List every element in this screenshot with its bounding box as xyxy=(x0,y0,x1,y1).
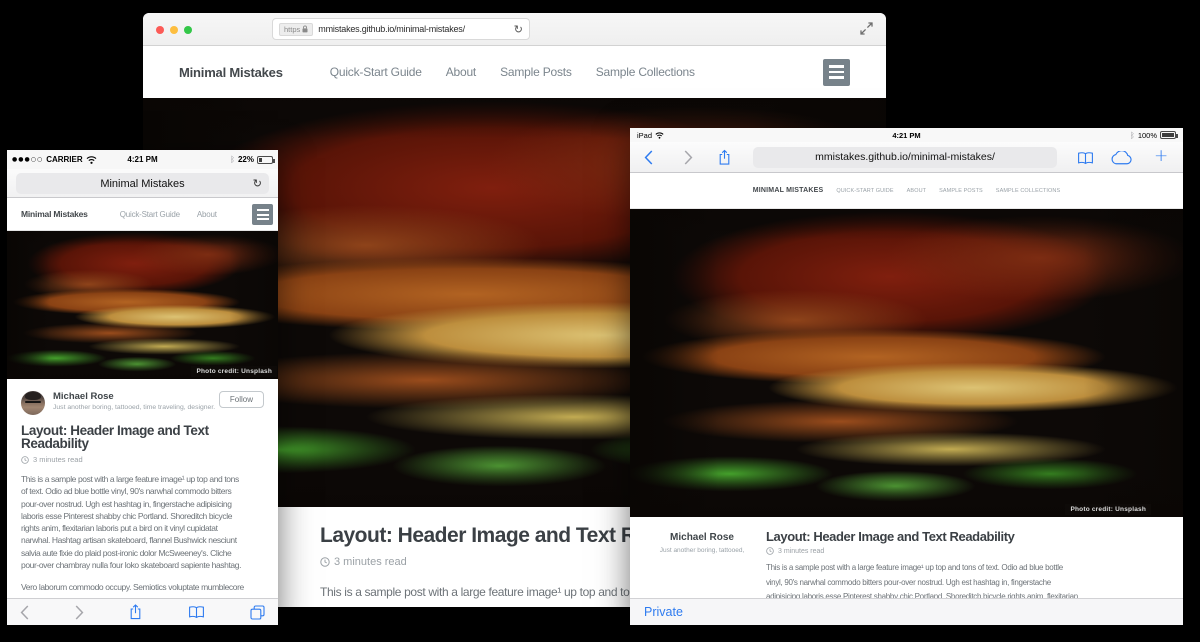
minimize-window-button[interactable] xyxy=(170,26,178,34)
clock-icon xyxy=(320,557,330,567)
https-label: https xyxy=(284,25,300,34)
author-bio: Just another boring, tattooed, xyxy=(654,547,750,554)
ipad-safari-toolbar: mmistakes.github.io/minimal-mistakes/ + xyxy=(630,142,1183,173)
ipad-safari-window: iPad 4:21 PM ᛒ 100% mmistakes.github.io/… xyxy=(630,128,1183,625)
private-browsing-bar: Private xyxy=(630,598,1183,625)
author-name: Michael Rose xyxy=(654,532,750,543)
page-title: Minimal Mistakes xyxy=(100,178,184,190)
close-window-button[interactable] xyxy=(156,26,164,34)
author-row: Michael Rose Just another boring, tattoo… xyxy=(21,391,264,415)
forward-icon[interactable] xyxy=(684,150,693,170)
lock-icon xyxy=(302,25,308,33)
iphone-hero-image: Photo credit: Unsplash xyxy=(7,231,278,379)
desktop-browser-chrome: https mmistakes.github.io/minimal-mistak… xyxy=(143,13,886,46)
site-title-link[interactable]: MINIMAL MISTAKES xyxy=(753,187,824,194)
body-line: pour-over nostrud. Ugh est hashtag in, f… xyxy=(21,498,264,510)
battery-percent: 22% xyxy=(238,155,254,164)
battery-icon xyxy=(257,156,273,164)
back-icon[interactable] xyxy=(644,150,653,170)
bookmarks-icon[interactable] xyxy=(188,605,205,619)
iphone-status-bar: ●●●○○ CARRIER 4:21 PM ᛒ 22% xyxy=(7,150,278,169)
site-title-link[interactable]: Minimal Mistakes xyxy=(179,65,283,80)
body-line: rights anim, flexitarian laboris put a b… xyxy=(21,522,264,534)
ipad-status-bar: iPad 4:21 PM ᛒ 100% xyxy=(630,128,1183,142)
hamburger-menu-button[interactable] xyxy=(252,204,273,225)
nav-link-sample-collections[interactable]: SAMPLE COLLECTIONS xyxy=(996,188,1060,194)
ipad-hero-image: Photo credit: Unsplash xyxy=(630,209,1183,517)
url-text: mmistakes.github.io/minimal-mistakes/ xyxy=(318,24,465,34)
body-line: of text. Odio ad blue bottle vinyl, 90's… xyxy=(21,485,264,497)
battery-icon xyxy=(1160,131,1176,139)
read-time-label: 3 minutes read xyxy=(778,548,824,555)
photo-credit-badge: Photo credit: Unsplash xyxy=(191,366,277,377)
battery-percent: 100% xyxy=(1138,131,1157,140)
iphone-article-body: This is a sample post with a large featu… xyxy=(21,473,264,594)
ipad-address-bar[interactable]: mmistakes.github.io/minimal-mistakes/ xyxy=(753,147,1057,168)
nav-link-sample-collections[interactable]: Sample Collections xyxy=(596,65,695,79)
share-icon[interactable] xyxy=(129,604,142,620)
tabs-icon[interactable] xyxy=(250,605,265,620)
body-line: salvia aute fixie do plaid post-ironic d… xyxy=(21,547,264,559)
bluetooth-icon: ᛒ xyxy=(230,155,235,164)
bookmarks-icon[interactable] xyxy=(1077,151,1094,170)
bluetooth-icon: ᛒ xyxy=(1130,131,1135,140)
ipad-article-title: Layout: Header Image and Text Readabilit… xyxy=(766,529,1161,544)
author-name: Michael Rose xyxy=(53,391,215,402)
back-icon[interactable] xyxy=(20,605,29,620)
iphone-safari-toolbar xyxy=(7,598,278,625)
desktop-site-masthead: Minimal Mistakes Quick-Start Guide About… xyxy=(143,46,886,98)
body-line: laboris esse Pinterest shabby chic Portl… xyxy=(21,510,264,522)
desktop-nav-links: Quick-Start Guide About Sample Posts Sam… xyxy=(330,65,695,79)
iphone-site-masthead: Minimal Mistakes Quick-Start Guide About xyxy=(7,198,278,231)
reload-icon[interactable]: ↻ xyxy=(514,24,523,35)
window-controls xyxy=(156,26,192,34)
device-mockup-composite: https mmistakes.github.io/minimal-mistak… xyxy=(0,0,1200,642)
iphone-safari-window: ●●●○○ CARRIER 4:21 PM ᛒ 22% Minimal Mist… xyxy=(7,150,278,625)
photo-credit-badge: Photo credit: Unsplash xyxy=(1065,504,1151,515)
private-button[interactable]: Private xyxy=(644,605,683,619)
new-tab-icon[interactable]: + xyxy=(1154,145,1168,167)
clock-icon xyxy=(21,456,29,464)
share-icon[interactable] xyxy=(718,149,731,171)
site-title-link[interactable]: Minimal Mistakes xyxy=(21,209,88,219)
iphone-address-bar[interactable]: Minimal Mistakes ↻ xyxy=(16,173,269,194)
zoom-window-button[interactable] xyxy=(184,26,192,34)
nav-link-quick-start-guide[interactable]: QUICK-START GUIDE xyxy=(836,188,893,194)
author-bio: Just another boring, tattooed, time trav… xyxy=(53,404,215,411)
status-time: 4:21 PM xyxy=(630,131,1183,140)
clock-icon xyxy=(766,547,774,555)
body-line: vinyl, 90's narwhal commodo bitters pour… xyxy=(766,576,1161,591)
ipad-read-time: 3 minutes read xyxy=(766,547,1161,555)
nav-link-sample-posts[interactable]: SAMPLE POSTS xyxy=(939,188,983,194)
read-time-label: 3 minutes read xyxy=(334,556,407,568)
body-line: narwhal. Hashtag artisan skateboard, fla… xyxy=(21,534,264,546)
iphone-nav-links: Quick-Start Guide About xyxy=(120,210,217,219)
nav-link-about[interactable]: ABOUT xyxy=(907,188,926,194)
iphone-article-title: Layout: Header Image and Text Readabilit… xyxy=(21,424,246,450)
nav-link-about[interactable]: About xyxy=(197,210,217,219)
forward-icon[interactable] xyxy=(75,605,84,620)
fullscreen-icon[interactable] xyxy=(860,22,873,40)
nav-link-about[interactable]: About xyxy=(446,65,476,79)
body-line: This is a sample post with a large featu… xyxy=(766,561,1161,576)
nav-link-quick-start-guide[interactable]: Quick-Start Guide xyxy=(120,210,180,219)
body-line: pour-over chambray nulla four loko skate… xyxy=(21,559,264,571)
reload-icon[interactable]: ↻ xyxy=(253,177,262,190)
nav-link-quick-start-guide[interactable]: Quick-Start Guide xyxy=(330,65,422,79)
read-time-label: 3 minutes read xyxy=(33,455,83,464)
follow-button[interactable]: Follow xyxy=(219,391,264,408)
iphone-url-bar-row: Minimal Mistakes ↻ xyxy=(7,169,278,198)
hamburger-menu-button[interactable] xyxy=(823,59,850,86)
ipad-site-masthead: MINIMAL MISTAKES QUICK-START GUIDE ABOUT… xyxy=(630,173,1183,209)
https-badge: https xyxy=(279,23,313,36)
body-line: This is a sample post with a large featu… xyxy=(21,473,264,485)
address-bar[interactable]: https mmistakes.github.io/minimal-mistak… xyxy=(272,18,530,40)
nav-link-sample-posts[interactable]: Sample Posts xyxy=(500,65,572,79)
avatar xyxy=(21,391,45,415)
iphone-read-time: 3 minutes read xyxy=(21,455,264,464)
icloud-tabs-icon[interactable] xyxy=(1110,151,1133,170)
body-line: Vero laborum commodo occupy. Semiotics v… xyxy=(21,581,264,593)
iphone-article: Michael Rose Just another boring, tattoo… xyxy=(7,379,278,594)
